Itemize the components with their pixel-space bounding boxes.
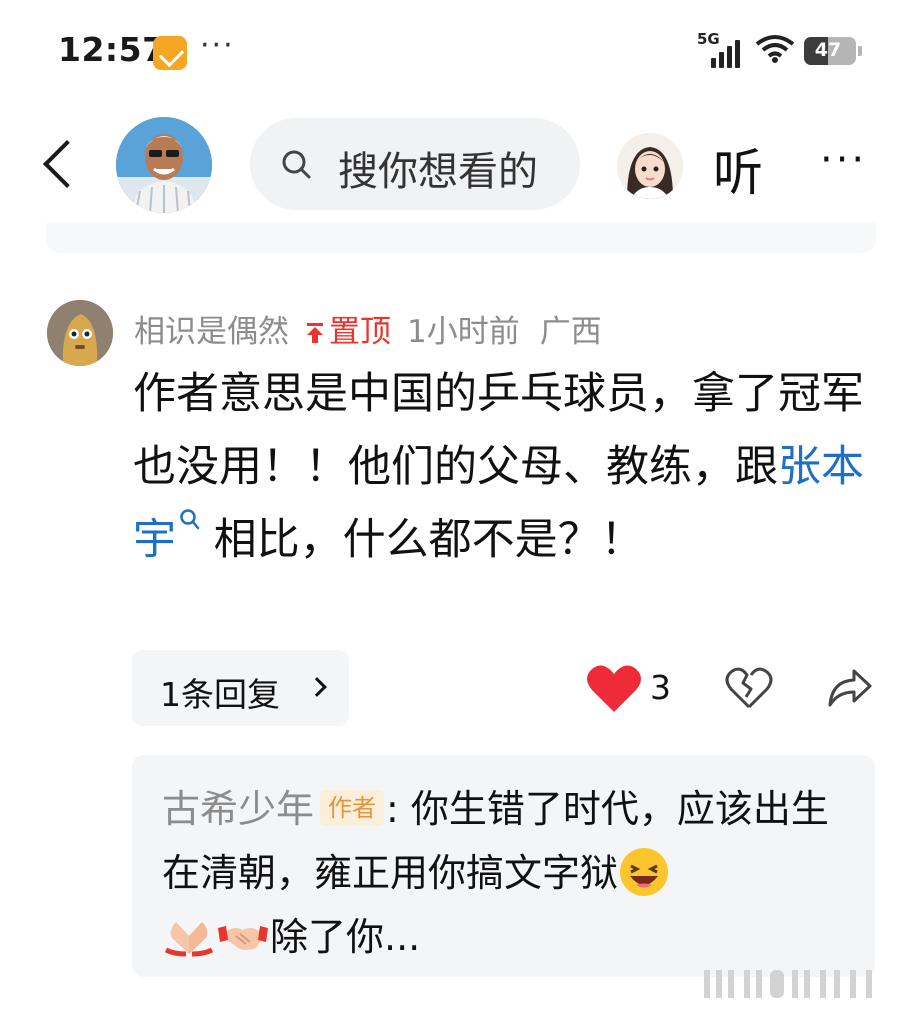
search-icon: [282, 150, 311, 179]
author-avatar[interactable]: [116, 117, 212, 213]
reply-count-label: 1条回复: [160, 675, 280, 714]
comment-meta: 相识是偶然 置顶 1小时前 广西: [134, 306, 602, 351]
back-button[interactable]: [34, 135, 84, 195]
comment-text-part1: 作者意思是中国的乒乓球员，拿了冠军也没用！！他们的父母、教练，跟: [133, 369, 864, 492]
replier-name[interactable]: 古希少年: [162, 787, 314, 831]
commenter-avatar-image: [47, 300, 113, 366]
dislike-broken-heart-icon[interactable]: [725, 665, 773, 711]
comment-location: 广西: [539, 314, 602, 350]
watermark: [700, 962, 900, 1011]
top-nav-bar: 搜你想看的 听 ···: [0, 105, 922, 225]
reply-text: 古希少年 作者: 你生错了时代，应该出生在清朝，雍正用你搞文字狱 除了你...: [162, 777, 852, 969]
status-more-dots: ···: [200, 28, 235, 63]
listen-button[interactable]: 听: [713, 133, 763, 205]
handshake-emoji-icon: [218, 926, 268, 950]
status-time: 12:57: [58, 30, 166, 69]
voice-avatar-icon: [617, 133, 683, 199]
comment-time: 1小时前: [407, 314, 520, 350]
author-tag-badge: 作者: [320, 790, 385, 826]
pin-icon: [307, 323, 323, 343]
search-bar[interactable]: 搜你想看的: [250, 118, 580, 210]
like-count: 3: [650, 668, 671, 707]
author-avatar-image: [116, 117, 212, 213]
comment-text-part2: 相比，什么都不是？！: [200, 515, 644, 565]
share-arrow-icon[interactable]: [826, 665, 874, 711]
status-bar: 12:57 ··· 5G 47: [0, 0, 922, 100]
collapsed-content-strip: [46, 223, 876, 253]
commenter-avatar[interactable]: [47, 300, 113, 366]
pinned-badge: 置顶: [305, 314, 391, 350]
commenter-name[interactable]: 相识是偶然: [134, 314, 289, 350]
reply-text-part2: 除了你...: [270, 915, 421, 959]
search-placeholder: 搜你想看的: [338, 149, 538, 195]
wifi-icon: [755, 35, 795, 63]
chevron-right-icon: [307, 677, 327, 697]
battery-level: 47: [814, 39, 842, 61]
praying-hands-emoji-icon: [164, 922, 214, 957]
search-link-icon: [180, 509, 200, 530]
listen-voice-avatar[interactable]: [617, 133, 683, 199]
app-notification-icon: [153, 36, 187, 70]
pinned-label: 置顶: [329, 314, 391, 350]
battery-icon: 47: [804, 37, 862, 65]
like-heart-icon[interactable]: [586, 662, 642, 714]
watermark-image: [704, 970, 872, 998]
laughing-emoji-icon: [620, 848, 669, 896]
comment-text: 作者意思是中国的乒乓球员，拿了冠军也没用！！他们的父母、教练，跟张本宇 相比，什…: [133, 358, 873, 577]
view-replies-button[interactable]: 1条回复: [132, 650, 349, 726]
more-options-button[interactable]: ···: [820, 137, 867, 183]
reply-preview[interactable]: 古希少年 作者: 你生错了时代，应该出生在清朝，雍正用你搞文字狱 除了你...: [132, 755, 875, 977]
